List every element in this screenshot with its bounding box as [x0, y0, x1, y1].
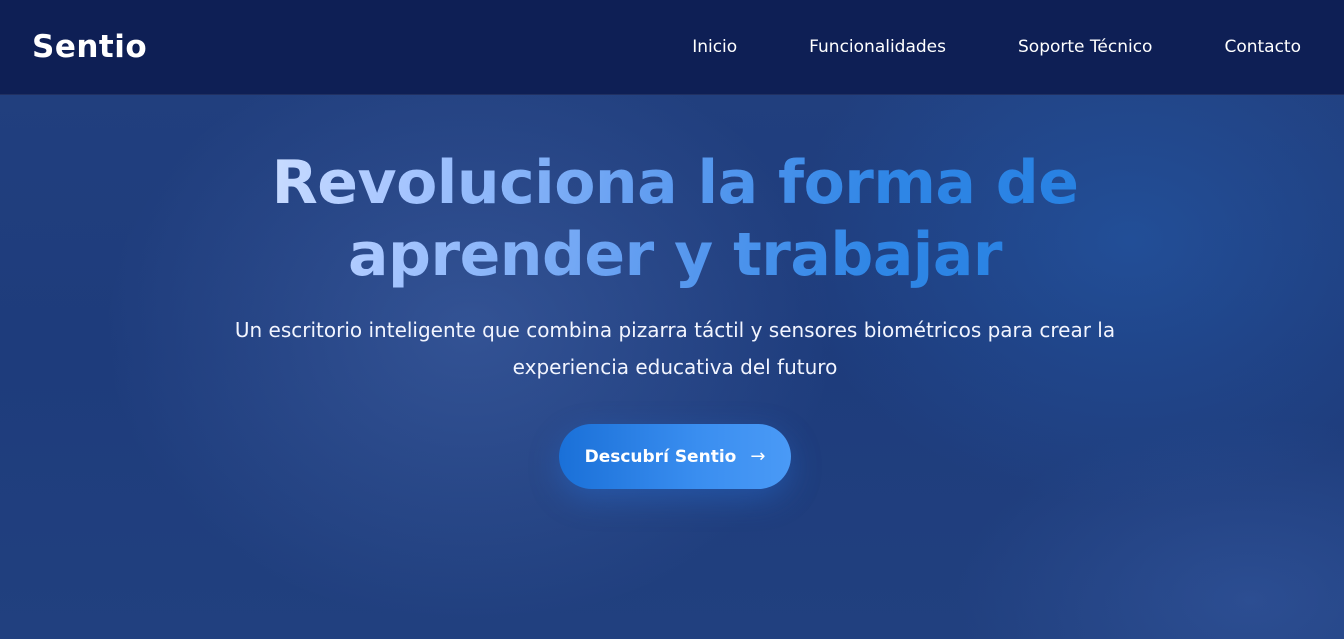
hero-subtitle: Un escritorio inteligente que combina pi… [234, 318, 1116, 379]
arrow-right-icon: → [750, 445, 766, 467]
navbar: Sentio Inicio Funcionalidades Soporte Té… [0, 0, 1344, 95]
discover-sentio-button[interactable]: Descubrí Sentio → [559, 424, 791, 489]
logo[interactable]: Sentio [32, 27, 147, 67]
hero-title: Revoluciona la forma de aprender y traba… [172, 147, 1178, 291]
nav-link-contacto[interactable]: Contacto [1224, 35, 1301, 59]
nav-links: Inicio Funcionalidades Soporte Técnico C… [692, 35, 1301, 59]
hero-section: Revoluciona la forma de aprender y traba… [0, 95, 1344, 639]
nav-link-inicio[interactable]: Inicio [692, 35, 737, 59]
nav-link-soporte-tecnico[interactable]: Soporte Técnico [1018, 35, 1152, 59]
cta-label: Descubrí Sentio [584, 446, 737, 467]
nav-link-funcionalidades[interactable]: Funcionalidades [809, 35, 946, 59]
